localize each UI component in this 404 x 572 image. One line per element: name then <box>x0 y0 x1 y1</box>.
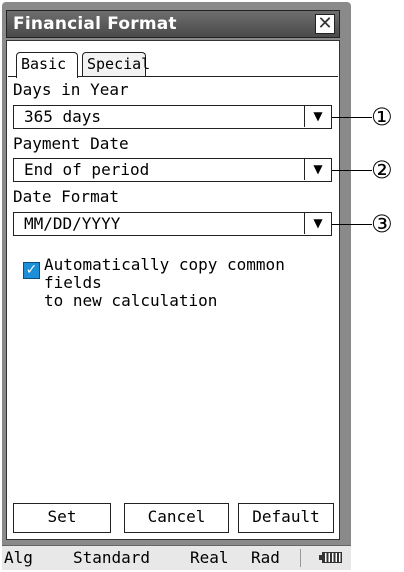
copy-fields-checkbox[interactable]: ✓ <box>23 262 40 279</box>
date-format-select[interactable]: MM/DD/YYYY ▼ <box>13 212 332 236</box>
title-bar: Financial Format ✕ <box>6 10 340 38</box>
payment-date-select[interactable]: End of period ▼ <box>13 158 332 182</box>
tab-basic[interactable]: Basic <box>16 52 78 78</box>
payment-date-value: End of period <box>24 160 150 179</box>
copy-fields-label: Automatically copy common fields to new … <box>44 256 334 310</box>
date-format-value: MM/DD/YYYY <box>24 214 121 233</box>
cancel-button[interactable]: Cancel <box>124 503 229 533</box>
payment-date-label: Payment Date <box>13 134 129 153</box>
window-title: Financial Format <box>13 14 177 34</box>
callout-3: ③ <box>371 210 393 238</box>
days-in-year-select[interactable]: 365 days ▼ <box>13 105 332 129</box>
date-format-label: Date Format <box>13 187 119 206</box>
chevron-down-icon[interactable]: ▼ <box>304 159 331 180</box>
copy-fields-label-line2: to new calculation <box>44 291 218 310</box>
chevron-down-icon[interactable]: ▼ <box>304 106 331 127</box>
tab-special[interactable]: Special <box>82 52 150 76</box>
status-display: Standard <box>73 548 151 567</box>
battery-icon <box>319 552 342 563</box>
callout-line-2 <box>332 170 372 171</box>
callout-2: ② <box>371 156 393 184</box>
close-icon[interactable]: ✕ <box>315 14 335 34</box>
days-in-year-value: 365 days <box>24 107 102 126</box>
status-bar: Alg Standard Real Rad <box>2 545 351 570</box>
status-number: Real <box>190 548 229 567</box>
callout-1: ① <box>371 103 393 131</box>
set-button[interactable]: Set <box>13 503 111 533</box>
days-in-year-label: Days in Year <box>13 80 129 99</box>
default-button[interactable]: Default <box>238 503 334 533</box>
chevron-down-icon[interactable]: ▼ <box>304 213 331 234</box>
status-mode: Alg <box>4 548 33 567</box>
status-separator <box>300 549 301 567</box>
copy-fields-label-line1: Automatically copy common fields <box>44 255 285 292</box>
callout-line-3 <box>332 224 372 225</box>
status-angle: Rad <box>251 548 280 567</box>
callout-line-1 <box>332 117 372 118</box>
